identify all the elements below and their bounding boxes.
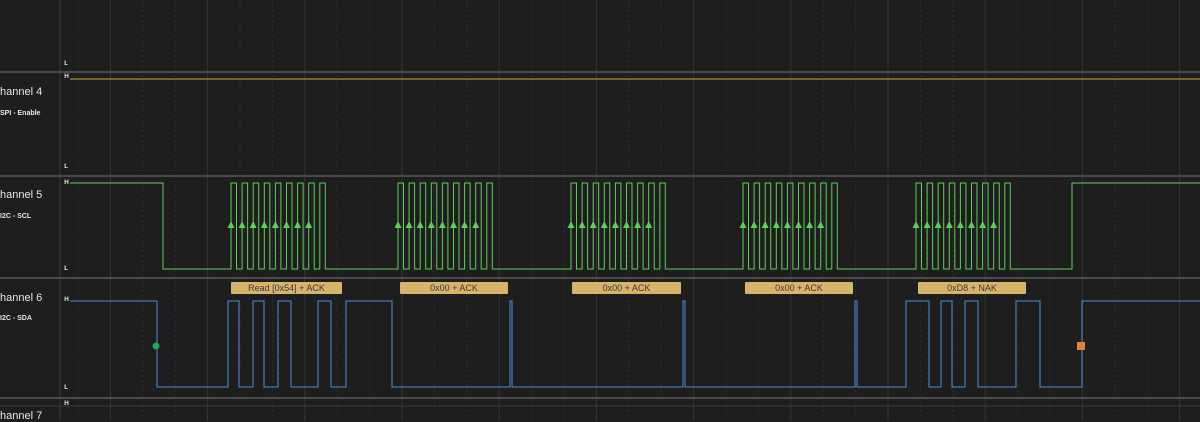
clock-edge-arrow	[305, 221, 313, 228]
stop-marker	[1077, 342, 1085, 350]
clock-edge-arrow	[990, 221, 998, 228]
clock-edge-arrow	[645, 221, 653, 228]
ch7-high-label: H	[64, 400, 70, 407]
clock-edge-arrow	[956, 221, 964, 228]
clock-edge-arrow	[438, 221, 446, 228]
clock-edge-arrow	[394, 221, 402, 228]
ch4-protocol: SPI - Enable	[0, 110, 41, 117]
clock-edge-arrow	[795, 221, 802, 228]
logic-analyzer-view[interactable]: L H hannel 4 SPI - Enable L H hannel 5 I…	[0, 0, 1200, 422]
clock-edge-arrow	[934, 221, 942, 228]
clock-edge-arrow	[739, 221, 747, 228]
clock-edge-arrow	[783, 221, 791, 228]
clock-edge-arrows	[227, 221, 998, 228]
ch4-low-label: L	[64, 163, 68, 170]
clock-edge-arrow	[600, 221, 608, 228]
ch5-low-label: L	[64, 265, 68, 272]
clock-edge-arrow	[567, 221, 575, 228]
sda-trace	[70, 300, 1200, 388]
clock-edge-arrow	[589, 221, 597, 228]
clock-edge-arrow	[945, 221, 953, 228]
i2c-frame-data-3[interactable]: 0x00 + ACK	[745, 282, 853, 294]
clock-edge-arrow	[817, 221, 825, 228]
i2c-frame-data-4[interactable]: 0xD8 + NAK	[918, 282, 1026, 294]
clock-edge-arrow	[283, 221, 290, 228]
ch5-name[interactable]: hannel 5	[0, 189, 42, 201]
ch6-name[interactable]: hannel 6	[0, 292, 42, 304]
clock-edge-arrow	[249, 221, 257, 228]
ch6-low-label: L	[64, 384, 68, 391]
clock-edge-arrow	[634, 221, 642, 228]
clock-edge-arrow	[772, 221, 780, 228]
clock-edge-arrow	[923, 221, 931, 228]
ch6-protocol: I2C - SDA	[0, 315, 32, 322]
clock-edge-arrow	[461, 221, 469, 228]
clock-edge-arrow	[238, 221, 246, 228]
clock-edge-arrow	[806, 221, 814, 228]
clock-edge-arrow	[416, 221, 424, 228]
clock-edge-arrow	[750, 221, 758, 228]
clock-edge-arrow	[260, 221, 268, 228]
clock-edge-arrow	[427, 221, 435, 228]
ch5-high-label: H	[64, 179, 70, 186]
i2c-frame-data-2[interactable]: 0x00 + ACK	[572, 282, 681, 294]
ch3-low-label: L	[64, 60, 68, 67]
waveform-canvas[interactable]	[0, 0, 1200, 421]
clock-edge-arrow	[578, 221, 586, 228]
i2c-frame-data-1[interactable]: 0x00 + ACK	[400, 282, 508, 294]
clock-edge-arrow	[271, 221, 279, 228]
ch5-protocol: I2C - SCL	[0, 213, 32, 220]
ch6-high-label: H	[64, 296, 70, 303]
clock-edge-arrow	[294, 221, 302, 228]
markers	[152, 342, 1085, 350]
i2c-frame-address[interactable]: Read [0x54] + ACK	[231, 282, 342, 294]
clock-edge-arrow	[761, 221, 769, 228]
start-marker	[152, 342, 160, 350]
clock-edge-arrow	[968, 221, 975, 228]
clock-edge-arrow	[623, 221, 630, 228]
clock-edge-arrow	[450, 221, 457, 228]
clock-edge-arrow	[472, 221, 480, 228]
clock-edge-arrow	[912, 221, 920, 228]
ch7-name[interactable]: hannel 7	[0, 410, 42, 422]
clock-edge-arrow	[611, 221, 619, 228]
ch4-high-label: H	[64, 73, 70, 80]
ch4-name[interactable]: hannel 4	[0, 86, 42, 98]
channel-separators	[0, 71, 1200, 407]
clock-edge-arrow	[227, 221, 235, 228]
clock-edge-arrow	[405, 221, 413, 228]
